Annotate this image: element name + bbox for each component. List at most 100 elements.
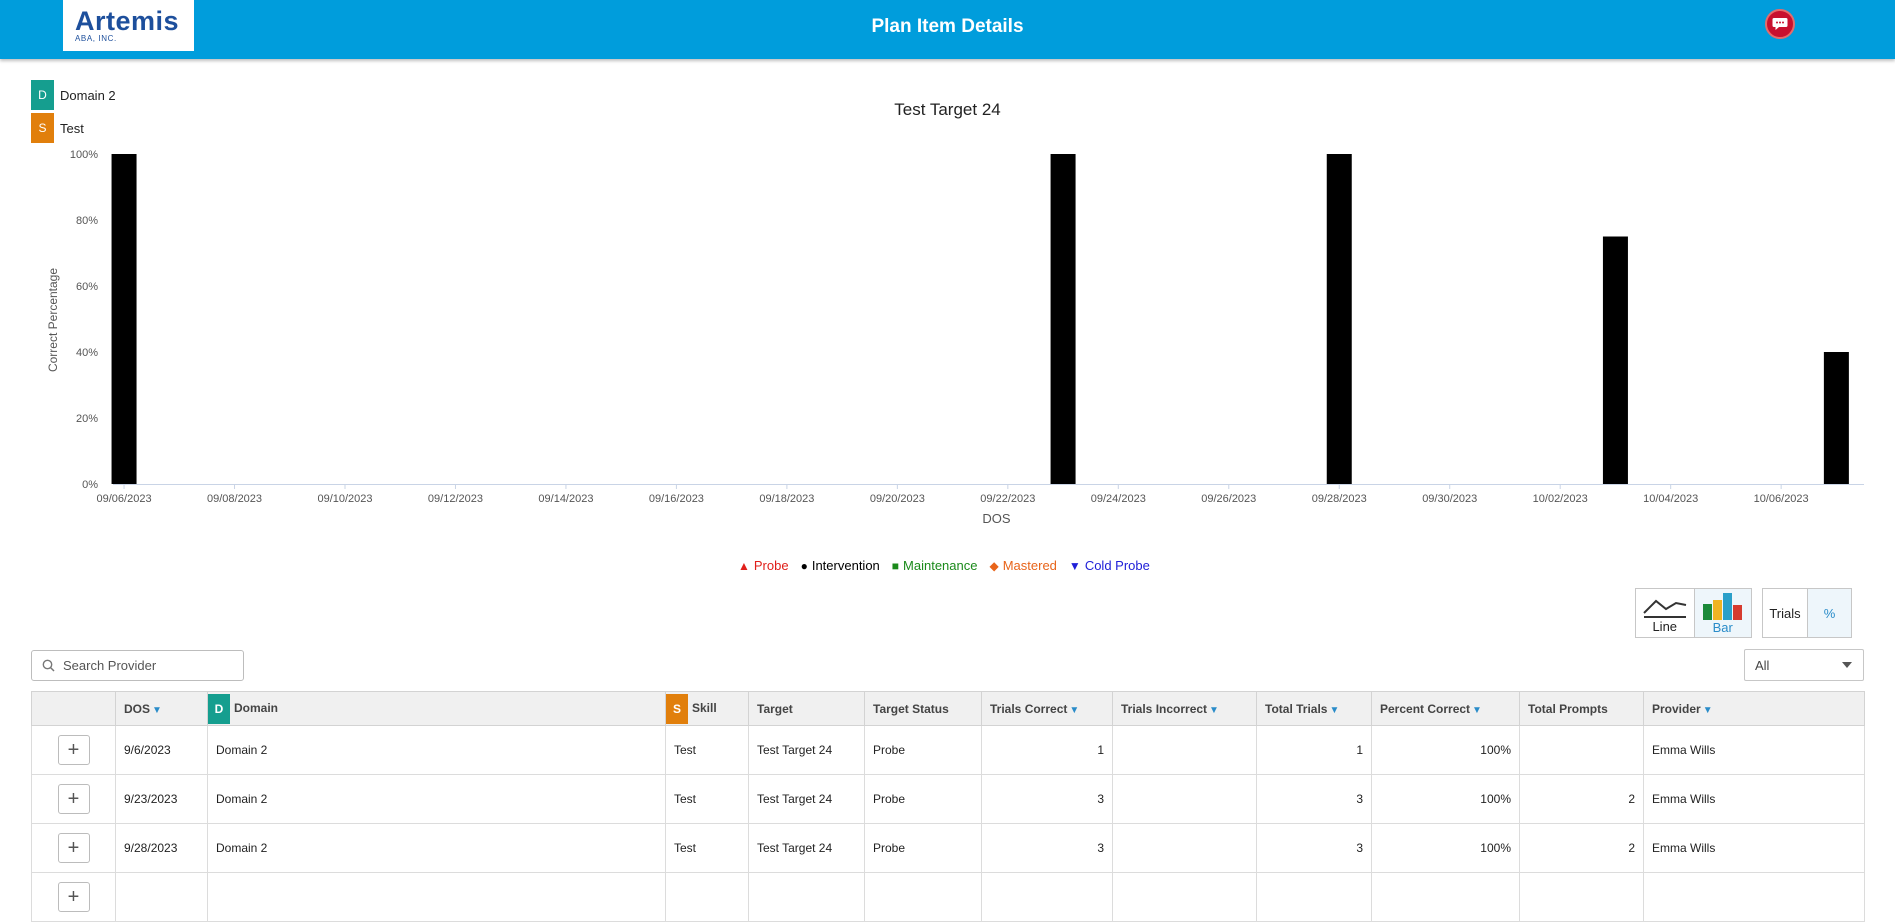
- chart-bar: [111, 154, 137, 484]
- legend-intervention[interactable]: ● Intervention: [801, 558, 880, 573]
- chart-bar: [1602, 236, 1628, 484]
- header-label: Total Trials: [1265, 701, 1328, 716]
- expand-row-button[interactable]: +: [57, 833, 90, 863]
- x-tick-label: 09/18/2023: [759, 493, 814, 505]
- sort-desc-icon[interactable]: ▼: [1329, 705, 1339, 716]
- table-row: +9/6/2023 Domain 2 Test Test Target 24 Probe…: [31, 725, 1865, 775]
- x-tick-label: 09/08/2023: [207, 493, 262, 505]
- domain-cell: Domain 2: [207, 725, 666, 775]
- dos-column-header[interactable]: DOS ▼: [115, 691, 208, 726]
- dos-cell: [115, 872, 208, 922]
- x-tick-label: 10/06/2023: [1754, 493, 1809, 505]
- circle-icon: ●: [800, 558, 808, 573]
- dos-cell: 9/6/2023: [115, 725, 208, 775]
- y-tick-label: 20%: [76, 413, 98, 425]
- chevron-down-icon: [1842, 662, 1852, 668]
- bar-chart: 0% 20% 40% 60% 80% 100% 09/06/2023 09/08/2023 09…: [46, 149, 1864, 526]
- target-cell: Test Target 24: [748, 725, 865, 775]
- search-input[interactable]: [63, 658, 233, 673]
- domain-tag-badge: D: [208, 693, 230, 724]
- legend-mastered[interactable]: ◆ Mastered: [989, 558, 1056, 573]
- expand-row-button[interactable]: +: [57, 735, 90, 765]
- status-filter-select[interactable]: All: [1744, 649, 1864, 681]
- header-label: Total Prompts: [1528, 701, 1608, 716]
- total-trials-cell: 3: [1256, 823, 1372, 873]
- expand-cell: +: [31, 823, 116, 873]
- header-label: Target: [757, 701, 793, 716]
- y-tick-label: 60%: [76, 281, 98, 293]
- diamond-icon: ◆: [989, 558, 999, 573]
- x-tick-label: 09/10/2023: [317, 493, 372, 505]
- total-prompts-column-header: Total Prompts: [1519, 691, 1644, 726]
- domain-column-header: D Domain: [207, 691, 666, 726]
- header-label: Trials Correct: [990, 701, 1068, 716]
- legend-label: Probe: [753, 558, 789, 573]
- domain-cell: [207, 872, 666, 922]
- trials-correct-cell: [981, 872, 1113, 922]
- skill-tag-badge: S: [666, 693, 688, 724]
- provider-column-header[interactable]: Provider ▼: [1643, 691, 1865, 726]
- total-trials-cell: 3: [1256, 774, 1372, 824]
- x-tick-label: 10/02/2023: [1533, 493, 1588, 505]
- sort-desc-icon[interactable]: ▼: [1703, 705, 1713, 716]
- domain-cell: Domain 2: [207, 823, 666, 873]
- header-label: Percent Correct: [1380, 701, 1471, 716]
- sort-desc-icon[interactable]: ▼: [152, 705, 162, 716]
- percent-button[interactable]: %: [1806, 589, 1851, 637]
- header-label: Skill: [692, 700, 717, 715]
- legend-cold-probe[interactable]: ▼ Cold Probe: [1069, 558, 1150, 573]
- legend-maintenance[interactable]: ■ Maintenance: [892, 558, 978, 573]
- legend-label: Mastered: [1002, 558, 1057, 573]
- skill-cell: [665, 872, 749, 922]
- trials-correct-column-header[interactable]: Trials Correct ▼: [981, 691, 1113, 726]
- total-trials-cell: [1256, 872, 1372, 922]
- provider-cell: Emma Wills: [1643, 823, 1865, 873]
- legend-label: Cold Probe: [1084, 558, 1150, 573]
- target-status-cell: Probe: [864, 823, 982, 873]
- target-status-column-header: Target Status: [864, 691, 982, 726]
- sort-desc-icon[interactable]: ▼: [1069, 705, 1079, 716]
- chart-legend: ▲ Probe ● Intervention ■ Maintenance ◆ Maste…: [738, 558, 1162, 573]
- trials-incorrect-cell: [1112, 823, 1257, 873]
- trials-button[interactable]: Trials: [1763, 589, 1807, 637]
- sort-desc-icon[interactable]: ▼: [1209, 705, 1219, 716]
- skill-cell: Test: [665, 774, 749, 824]
- expand-column-header: [31, 691, 116, 726]
- trials-incorrect-column-header[interactable]: Trials Incorrect ▼: [1112, 691, 1257, 726]
- square-icon: ■: [891, 558, 900, 573]
- chart-type-toggle: Line Bar: [1635, 588, 1752, 638]
- select-value: All: [1755, 657, 1770, 673]
- x-tick-label: 09/20/2023: [870, 493, 925, 505]
- total-trials-column-header[interactable]: Total Trials ▼: [1256, 691, 1372, 726]
- bar-chart-icon: [1702, 592, 1742, 620]
- x-tick-label: 09/22/2023: [980, 493, 1035, 505]
- chart-bar: [1326, 154, 1352, 484]
- bar-chart-button[interactable]: Bar: [1693, 589, 1751, 637]
- x-tick-label: 09/30/2023: [1422, 493, 1477, 505]
- x-tick-label: 09/16/2023: [649, 493, 704, 505]
- percent-correct-cell: [1371, 872, 1520, 922]
- x-tick-label: 09/06/2023: [97, 493, 152, 505]
- search-icon: [42, 659, 55, 672]
- search-provider: [31, 650, 244, 681]
- skill-cell: Test: [665, 823, 749, 873]
- trials-correct-cell: 3: [981, 823, 1113, 873]
- x-tick-label: 09/28/2023: [1312, 493, 1367, 505]
- target-column-header: Target: [748, 691, 865, 726]
- y-tick-label: 100%: [70, 149, 98, 161]
- expand-cell: +: [31, 774, 116, 824]
- dos-cell: 9/23/2023: [115, 774, 208, 824]
- header-label: Target Status: [873, 701, 949, 716]
- total-prompts-cell: [1519, 725, 1644, 775]
- trials-incorrect-cell: [1112, 725, 1257, 775]
- percent-correct-cell: 100%: [1371, 774, 1520, 824]
- line-label: Line: [1652, 618, 1678, 634]
- line-chart-button[interactable]: Line: [1636, 589, 1694, 637]
- legend-probe[interactable]: ▲ Probe: [738, 558, 789, 573]
- percent-correct-column-header[interactable]: Percent Correct ▼: [1371, 691, 1520, 726]
- expand-row-button[interactable]: +: [57, 784, 90, 814]
- skill-cell: Test: [665, 725, 749, 775]
- chart-bar: [1050, 154, 1076, 484]
- sort-desc-icon[interactable]: ▼: [1472, 705, 1482, 716]
- plan-item-table: DOS ▼ D Domain S Skill Target Target Status…: [31, 691, 1865, 922]
